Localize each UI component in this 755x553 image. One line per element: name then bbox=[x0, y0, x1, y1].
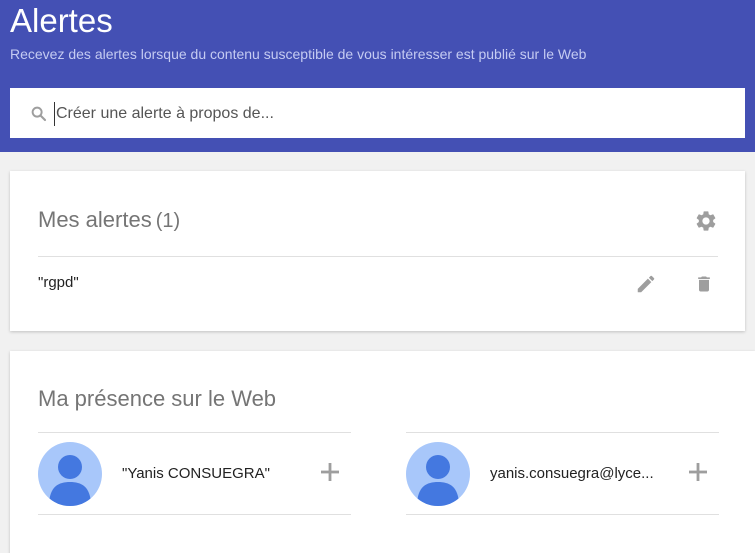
page-title: Alertes bbox=[10, 2, 113, 39]
my-alerts-card: Mes alertes (1) "rgpd" bbox=[10, 171, 745, 331]
page-subtitle: Recevez des alertes lorsque du contenu s… bbox=[10, 46, 587, 62]
delete-icon[interactable] bbox=[694, 273, 714, 295]
search-box[interactable] bbox=[10, 88, 745, 138]
presence-item[interactable]: yanis.consuegra@lyce... bbox=[406, 432, 719, 515]
alerts-title: Mes alertes (1) bbox=[38, 207, 180, 233]
person-icon bbox=[417, 455, 459, 506]
header: Alertes Recevez des alertes lorsque du c… bbox=[0, 0, 755, 152]
plus-icon[interactable] bbox=[320, 462, 340, 482]
presence-item[interactable]: "Yanis CONSUEGRA" bbox=[38, 432, 351, 515]
gear-icon[interactable] bbox=[694, 209, 718, 233]
alerts-count: (1) bbox=[155, 210, 181, 232]
presence-label: "Yanis CONSUEGRA" bbox=[122, 465, 270, 482]
search-input[interactable] bbox=[54, 102, 714, 126]
presence-title: Ma présence sur le Web bbox=[38, 386, 277, 411]
search-icon bbox=[31, 106, 47, 122]
alert-row[interactable]: "rgpd" bbox=[38, 257, 718, 309]
web-presence-card: Ma présence sur le Web "Yanis CONSUEGRA"… bbox=[10, 351, 755, 553]
plus-icon[interactable] bbox=[688, 462, 708, 482]
avatar bbox=[406, 442, 470, 506]
alert-query[interactable]: "rgpd" bbox=[38, 274, 79, 291]
presence-label: yanis.consuegra@lyce... bbox=[490, 465, 654, 482]
edit-icon[interactable] bbox=[635, 273, 657, 295]
alerts-title-label: Mes alertes bbox=[38, 207, 152, 232]
person-icon bbox=[49, 455, 91, 506]
avatar bbox=[38, 442, 102, 506]
